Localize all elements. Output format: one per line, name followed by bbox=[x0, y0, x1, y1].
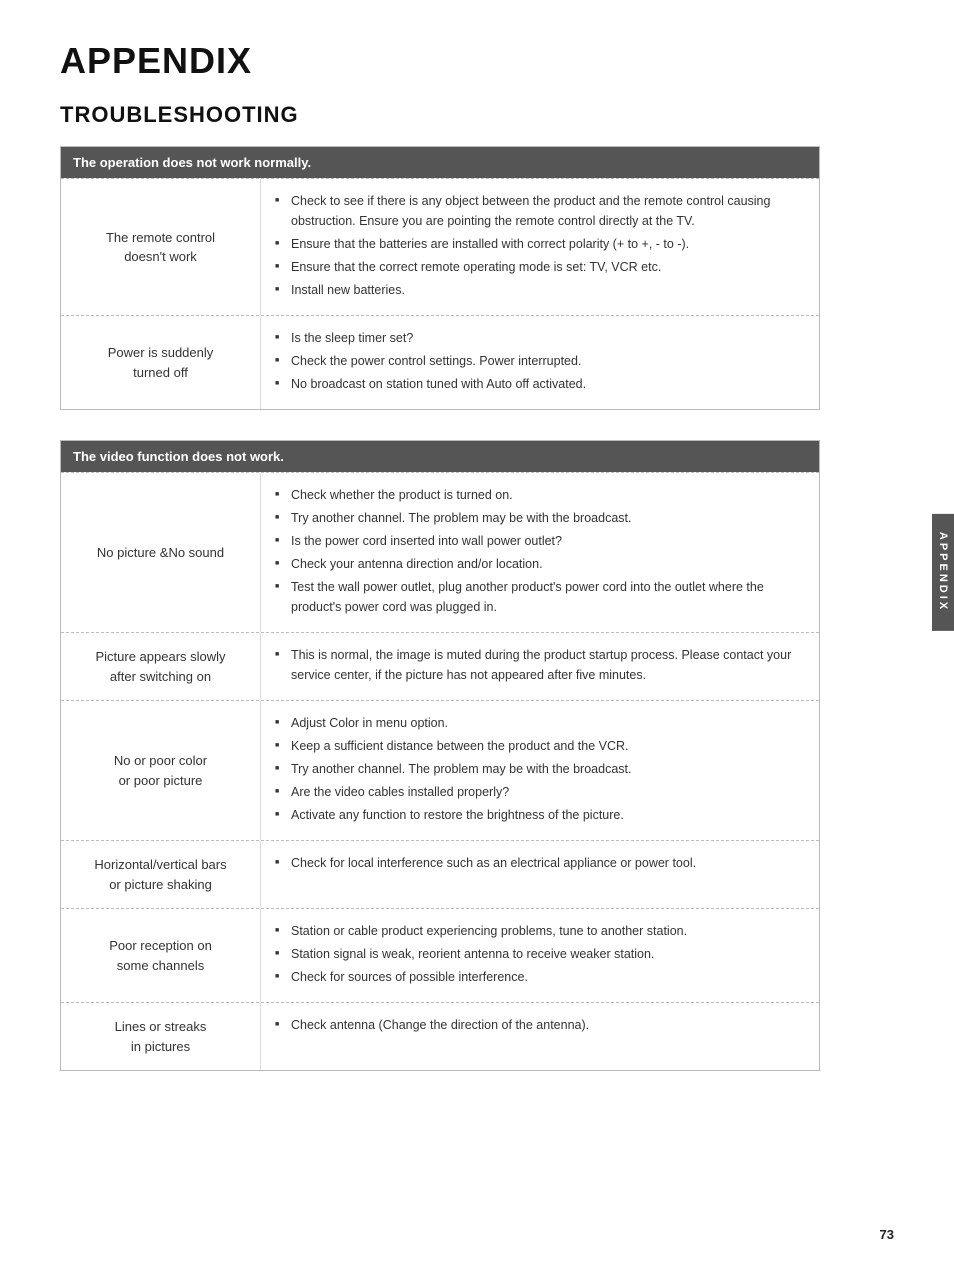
table1-header: The operation does not work normally. bbox=[61, 147, 819, 178]
list-item: Ensure that the correct remote operating… bbox=[275, 257, 805, 277]
issue-remote-control: The remote controldoesn't work bbox=[61, 179, 261, 315]
solution-power-off: Is the sleep timer set? Check the power … bbox=[261, 316, 819, 409]
list-item: No broadcast on station tuned with Auto … bbox=[275, 374, 805, 394]
list-item: Station or cable product experiencing pr… bbox=[275, 921, 805, 941]
list-item: Is the power cord inserted into wall pow… bbox=[275, 531, 805, 551]
solution-poor-reception: Station or cable product experiencing pr… bbox=[261, 909, 819, 1002]
list-item: Station signal is weak, reorient antenna… bbox=[275, 944, 805, 964]
list-item: Activate any function to restore the bri… bbox=[275, 805, 805, 825]
table-row: Lines or streaksin pictures Check antenn… bbox=[61, 1002, 819, 1070]
page-title: APPENDIX bbox=[60, 40, 820, 82]
list-item: This is normal, the image is muted durin… bbox=[275, 645, 805, 685]
table-row: Power is suddenlyturned off Is the sleep… bbox=[61, 315, 819, 409]
solution-remote-control: Check to see if there is any object betw… bbox=[261, 179, 819, 315]
list-item: Try another channel. The problem may be … bbox=[275, 759, 805, 779]
list-item: Is the sleep timer set? bbox=[275, 328, 805, 348]
video-table: The video function does not work. No pic… bbox=[60, 440, 820, 1071]
list-item: Ensure that the batteries are installed … bbox=[275, 234, 805, 254]
side-appendix-label: APPENDIX bbox=[932, 514, 954, 630]
list-item: Check for sources of possible interferen… bbox=[275, 967, 805, 987]
list-item: Install new batteries. bbox=[275, 280, 805, 300]
solution-lines: Check antenna (Change the direction of t… bbox=[261, 1003, 819, 1070]
list-item: Check for local interference such as an … bbox=[275, 853, 805, 873]
solution-picture-slow: This is normal, the image is muted durin… bbox=[261, 633, 819, 700]
solution-bars: Check for local interference such as an … bbox=[261, 841, 819, 908]
solution-no-picture: Check whether the product is turned on. … bbox=[261, 473, 819, 632]
issue-no-picture: No picture &No sound bbox=[61, 473, 261, 632]
table-row: Picture appears slowlyafter switching on… bbox=[61, 632, 819, 700]
issue-bars: Horizontal/vertical barsor picture shaki… bbox=[61, 841, 261, 908]
table-row: Poor reception onsome channels Station o… bbox=[61, 908, 819, 1002]
table2-header: The video function does not work. bbox=[61, 441, 819, 472]
list-item: Adjust Color in menu option. bbox=[275, 713, 805, 733]
list-item: Test the wall power outlet, plug another… bbox=[275, 577, 805, 617]
list-item: Check antenna (Change the direction of t… bbox=[275, 1015, 805, 1035]
issue-poor-color: No or poor coloror poor picture bbox=[61, 701, 261, 840]
table-row: No picture &No sound Check whether the p… bbox=[61, 472, 819, 632]
list-item: Check the power control settings. Power … bbox=[275, 351, 805, 371]
table-row: No or poor coloror poor picture Adjust C… bbox=[61, 700, 819, 840]
list-item: Check whether the product is turned on. bbox=[275, 485, 805, 505]
side-label-text: APPENDIX bbox=[937, 532, 949, 612]
list-item: Try another channel. The problem may be … bbox=[275, 508, 805, 528]
list-item: Keep a sufficient distance between the p… bbox=[275, 736, 805, 756]
operation-table: The operation does not work normally. Th… bbox=[60, 146, 820, 410]
issue-power-off: Power is suddenlyturned off bbox=[61, 316, 261, 409]
table-row: The remote controldoesn't work Check to … bbox=[61, 178, 819, 315]
issue-lines: Lines or streaksin pictures bbox=[61, 1003, 261, 1070]
page-number: 73 bbox=[880, 1227, 894, 1242]
issue-picture-slow: Picture appears slowlyafter switching on bbox=[61, 633, 261, 700]
section-title: TROUBLESHOOTING bbox=[60, 102, 820, 128]
list-item: Check to see if there is any object betw… bbox=[275, 191, 805, 231]
list-item: Are the video cables installed properly? bbox=[275, 782, 805, 802]
solution-poor-color: Adjust Color in menu option. Keep a suff… bbox=[261, 701, 819, 840]
issue-poor-reception: Poor reception onsome channels bbox=[61, 909, 261, 1002]
list-item: Check your antenna direction and/or loca… bbox=[275, 554, 805, 574]
table-row: Horizontal/vertical barsor picture shaki… bbox=[61, 840, 819, 908]
